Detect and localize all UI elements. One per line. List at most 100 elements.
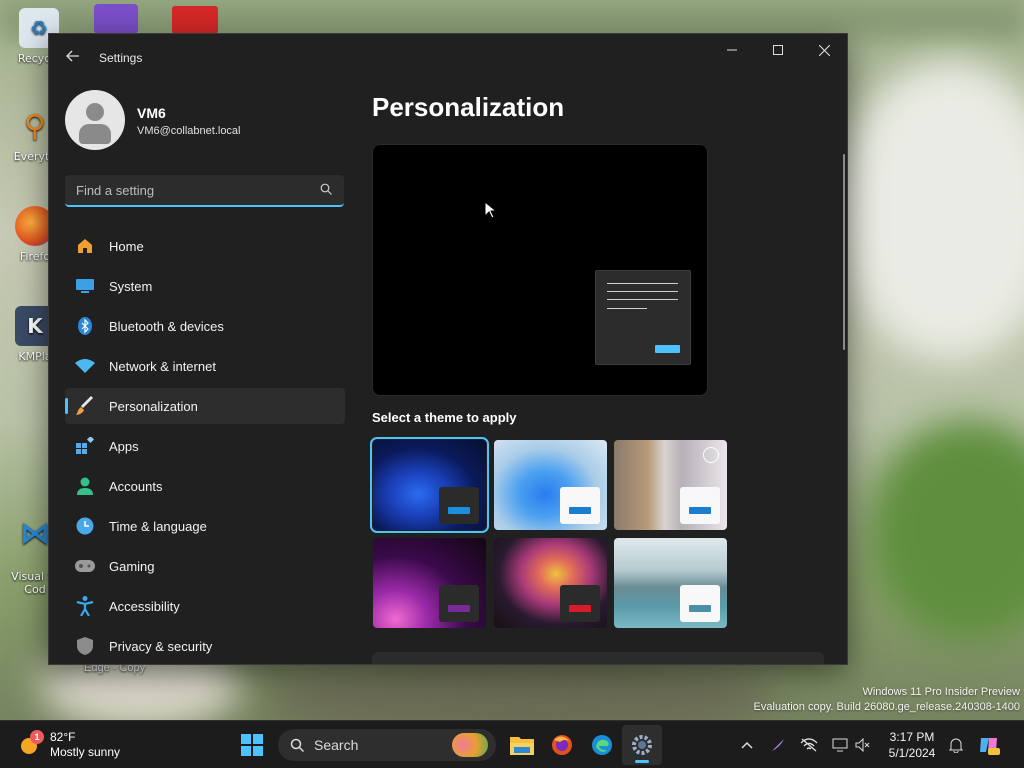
maximize-button[interactable]: [755, 34, 801, 66]
nav-item-label: Time & language: [109, 518, 207, 534]
preview-window: [595, 270, 691, 365]
wallpaper-leaves: [870, 420, 1024, 640]
clock[interactable]: 3:17 PM 5/1/2024: [880, 729, 944, 761]
find-setting-input[interactable]: [65, 175, 344, 205]
edge-icon: [592, 735, 612, 755]
preview-line: [607, 299, 678, 300]
bluetooth-icon: [75, 316, 95, 336]
nav-item-gaming[interactable]: Gaming: [65, 548, 345, 584]
start-button[interactable]: [232, 725, 272, 765]
minimize-icon: [727, 49, 737, 51]
theme-captured-motion[interactable]: [494, 538, 607, 628]
nav-item-label: Privacy & security: [109, 638, 213, 654]
title-bar: Settings: [49, 34, 847, 82]
file-explorer-icon: [510, 737, 534, 755]
weather-widget[interactable]: 1 82°F Mostly sunny: [18, 730, 120, 760]
search-highlight-icon: [452, 733, 488, 757]
brush-icon: [75, 396, 95, 416]
theme-mini-window: [680, 487, 720, 524]
taskbar-search-label: Search: [314, 737, 359, 753]
weather-condition: Mostly sunny: [50, 745, 121, 759]
scrollbar[interactable]: [843, 154, 845, 350]
preview-line: [607, 283, 678, 284]
theme-glow[interactable]: [373, 538, 486, 628]
theme-windows-dark[interactable]: [370, 437, 489, 533]
edge-button[interactable]: [582, 725, 622, 765]
chevron-up-icon[interactable]: [735, 734, 758, 757]
nav-item-accounts[interactable]: Accounts: [65, 468, 345, 504]
theme-mini-window: [439, 487, 479, 524]
file-explorer-button[interactable]: [502, 725, 542, 765]
theme-mini-button: [569, 507, 591, 514]
accounts-icon: [75, 476, 95, 496]
taskbar-apps: Search: [232, 721, 662, 768]
page-title: Personalization: [372, 92, 565, 122]
spotlight-icon: [703, 447, 719, 463]
settings-card-partial[interactable]: [372, 652, 824, 664]
nav-item-label: System: [109, 278, 153, 294]
theme-preview: [372, 144, 708, 396]
volume-muted-icon[interactable]: [851, 734, 874, 757]
weather-badge: 1: [30, 730, 44, 744]
nav-item-label: Network & internet: [109, 358, 216, 374]
settings-button[interactable]: [622, 725, 662, 765]
nav-item-apps[interactable]: Apps: [65, 428, 345, 464]
nav-item-system[interactable]: System: [65, 268, 345, 304]
accessibility-icon: [75, 596, 95, 616]
search-icon[interactable]: [320, 183, 332, 195]
visual-studio-icon[interactable]: [94, 4, 138, 34]
maximize-icon: [773, 45, 783, 55]
theme-windows-light[interactable]: [494, 440, 607, 530]
preview-button: [655, 345, 680, 353]
theme-mini-button: [569, 605, 591, 612]
theme-flow[interactable]: [614, 538, 727, 628]
nav-item-time-language[interactable]: Time & language: [65, 508, 345, 544]
avatar-head: [86, 103, 104, 121]
nav-item-network[interactable]: Network & internet: [65, 348, 345, 384]
display-icon[interactable]: [828, 734, 851, 757]
close-button[interactable]: [801, 34, 847, 66]
shield-icon: [75, 636, 95, 656]
firefox-button[interactable]: [542, 725, 582, 765]
nav-item-home[interactable]: Home: [65, 228, 345, 264]
start-icon: [241, 734, 263, 756]
notification-bell-icon[interactable]: [944, 734, 967, 757]
taskbar-search[interactable]: Search: [278, 729, 496, 761]
theme-mini-window: [560, 585, 600, 622]
weather-text: 82°F Mostly sunny: [50, 730, 120, 760]
nav-item-label: Home: [109, 238, 144, 254]
watermark-line-1: Windows 11 Pro Insider Preview: [862, 686, 1020, 698]
find-setting-box: [65, 175, 344, 207]
settings-icon: [632, 735, 652, 755]
theme-mini-button: [689, 507, 711, 514]
nav-item-privacy-security[interactable]: Privacy & security: [65, 628, 345, 664]
nav-item-label: Bluetooth & devices: [109, 318, 224, 334]
close-icon: [818, 44, 830, 56]
nav-item-accessibility[interactable]: Accessibility: [65, 588, 345, 624]
apps-icon: [75, 436, 95, 456]
pen-feather-icon[interactable]: [766, 734, 789, 757]
system-tray: 3:17 PM 5/1/2024: [735, 721, 1000, 768]
nav-item-personalization[interactable]: Personalization: [65, 388, 345, 424]
filezilla-icon[interactable]: [172, 6, 218, 34]
copilot-icon[interactable]: [977, 734, 1000, 757]
gaming-icon: [75, 556, 95, 576]
search-icon: [290, 738, 304, 752]
taskbar: 1 82°F Mostly sunny Search 3:17 PM 5/1/2…: [0, 720, 1024, 768]
theme-section-label: Select a theme to apply: [372, 410, 517, 425]
weather-temp: 82°F: [50, 730, 76, 744]
home-icon: [75, 236, 95, 256]
back-button[interactable]: [63, 48, 83, 68]
window-title: Settings: [99, 51, 143, 65]
theme-windows-spotlight[interactable]: [614, 440, 727, 530]
preview-line: [607, 308, 647, 309]
nav-item-label: Personalization: [109, 398, 198, 414]
theme-mini-window: [680, 585, 720, 622]
avatar[interactable]: [65, 90, 125, 150]
mouse-cursor-icon: [484, 201, 496, 219]
window-controls: [709, 34, 847, 66]
minimize-button[interactable]: [709, 34, 755, 66]
nav-item-bluetooth[interactable]: Bluetooth & devices: [65, 308, 345, 344]
user-name: VM6: [137, 105, 166, 121]
network-offline-icon[interactable]: [797, 734, 820, 757]
